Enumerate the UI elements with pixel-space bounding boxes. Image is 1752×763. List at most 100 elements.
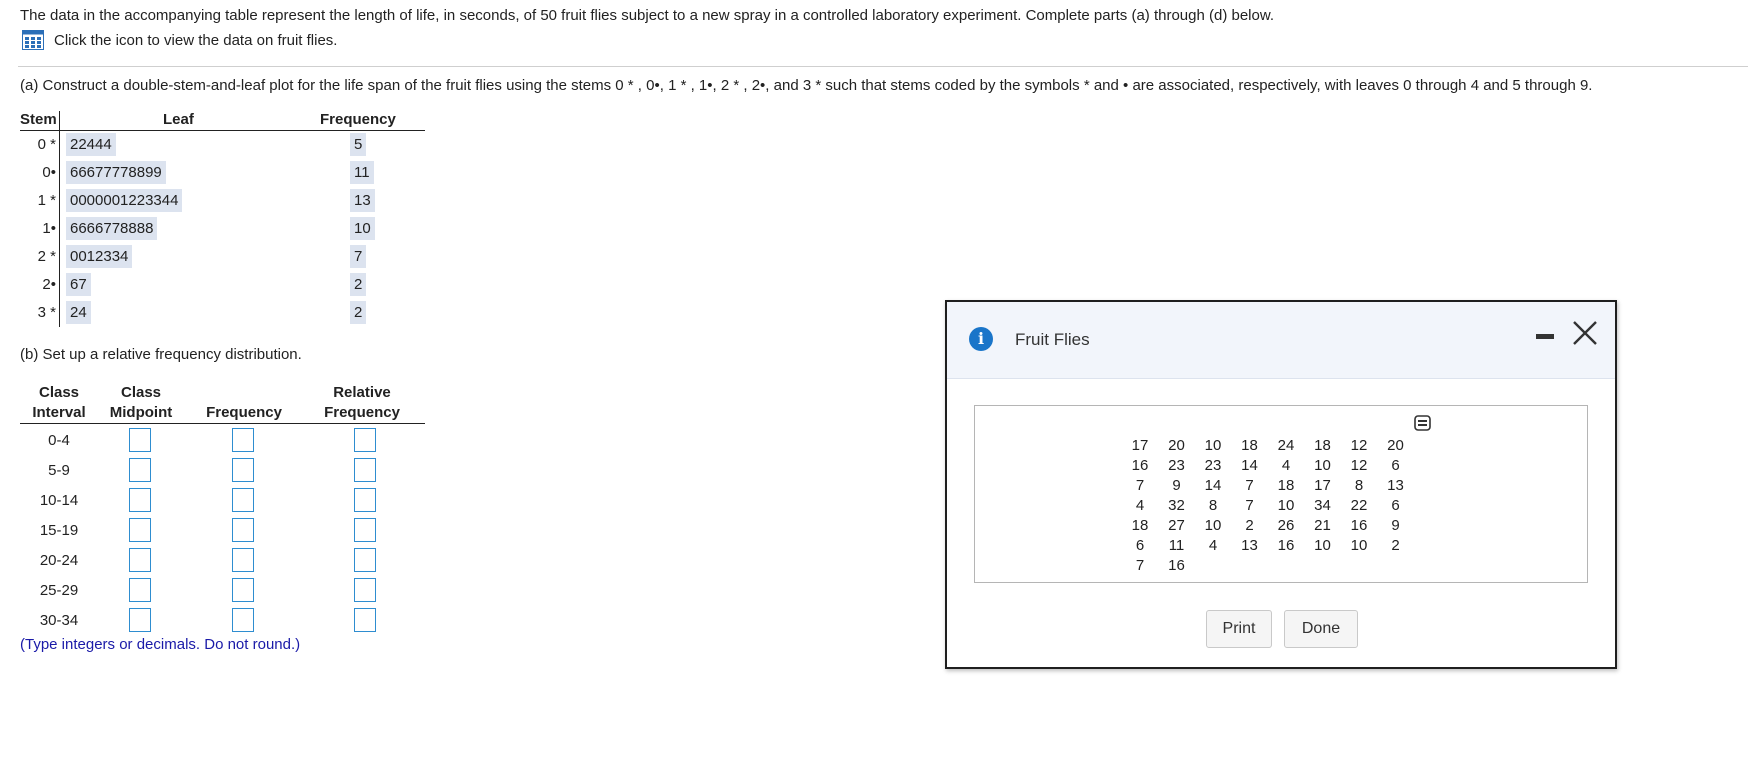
- stem-leaf-row: 0 * 22444 5: [20, 132, 425, 160]
- frequency-cell: 11: [350, 161, 374, 184]
- data-value: 11: [1168, 537, 1185, 554]
- relative-frequency-input[interactable]: [354, 488, 376, 512]
- class-interval-label: 10-14: [39, 492, 79, 509]
- frequency-cell: 7: [350, 245, 367, 268]
- copy-icon[interactable]: [1414, 415, 1431, 431]
- data-value: 10: [1277, 497, 1295, 514]
- data-value: 21: [1314, 517, 1331, 534]
- close-icon[interactable]: [1571, 318, 1599, 348]
- minimize-button[interactable]: [1536, 334, 1554, 339]
- data-value: 18: [1131, 517, 1149, 534]
- relative-frequency-input[interactable]: [354, 578, 376, 602]
- data-value: 4: [1135, 497, 1145, 514]
- frequency-input[interactable]: [232, 578, 254, 602]
- data-value: 4: [1208, 537, 1218, 554]
- stem-cell: 1 *: [37, 192, 56, 209]
- data-value: 10: [1204, 517, 1222, 534]
- data-value: 6: [1391, 497, 1400, 514]
- stem-leaf-row: 2 * 0012334 7: [20, 244, 425, 272]
- data-value: 6: [1391, 457, 1400, 474]
- stem-cell: 2•: [42, 276, 56, 293]
- leaf-cell: 24: [66, 301, 91, 324]
- info-icon: i: [969, 327, 993, 351]
- data-value: 8: [1354, 477, 1364, 494]
- class-row: 25-29: [20, 578, 425, 608]
- stem-leaf-row: 2• 67 2: [20, 272, 425, 300]
- leaf-cell: 6666778888: [66, 217, 158, 240]
- leaf-cell: 66677778899: [66, 161, 166, 184]
- data-value: 20: [1168, 437, 1185, 454]
- frequency-input[interactable]: [232, 518, 254, 542]
- stem-cell: 0 *: [37, 136, 56, 153]
- stem-leaf-row: 1 * 0000001223344 13: [20, 188, 425, 216]
- midpoint-input[interactable]: [129, 578, 151, 602]
- frequency-input[interactable]: [232, 608, 254, 632]
- data-value: 13: [1241, 537, 1258, 554]
- class-row: 5-9: [20, 458, 425, 488]
- relative-frequency-input[interactable]: [354, 518, 376, 542]
- intro-text: The data in the accompanying table repre…: [20, 7, 1275, 24]
- data-link-label[interactable]: Click the icon to view the data on fruit…: [54, 32, 337, 49]
- midpoint-input[interactable]: [129, 488, 151, 512]
- part-a-prompt: (a) Construct a double-stem-and-leaf plo…: [20, 77, 1592, 94]
- relative-frequency-header-line1: Relative: [333, 384, 391, 401]
- part-b-prompt: (b) Set up a relative frequency distribu…: [20, 346, 302, 363]
- frequency-input[interactable]: [232, 488, 254, 512]
- class-midpoint-header: Class Midpoint: [100, 383, 182, 423]
- data-value: 6: [1135, 537, 1145, 554]
- class-interval-header-line1: Class: [38, 384, 80, 401]
- view-data-link[interactable]: Click the icon to view the data on fruit…: [22, 30, 337, 50]
- part-a-suffix: are associated, respectively, with leave…: [1128, 77, 1593, 94]
- data-value: 10: [1204, 437, 1222, 454]
- midpoint-input[interactable]: [129, 458, 151, 482]
- table-icon[interactable]: [22, 30, 44, 50]
- data-table-box: 17 16 7 4 18 6 7 20 23 9 32 27 11 16 10 23 14 8 10 4 18 14 7 7 2…: [974, 405, 1588, 583]
- data-value: 9: [1172, 477, 1181, 494]
- class-row: 20-24: [20, 548, 425, 578]
- midpoint-input[interactable]: [129, 518, 151, 542]
- frequency-cell: 2: [350, 301, 367, 324]
- print-button[interactable]: Print: [1206, 610, 1272, 648]
- data-value: 16: [1131, 457, 1149, 474]
- part-a-and: and: [1089, 77, 1124, 94]
- stem-cell: 1•: [42, 220, 56, 237]
- frequency-input[interactable]: [232, 428, 254, 452]
- frequency-input[interactable]: [232, 548, 254, 572]
- midpoint-input[interactable]: [129, 608, 151, 632]
- data-value: 34: [1314, 497, 1331, 514]
- relative-frequency-input[interactable]: [354, 458, 376, 482]
- data-value: 16: [1277, 537, 1295, 554]
- data-value: 7: [1245, 477, 1254, 494]
- data-value: 8: [1208, 497, 1218, 514]
- class-interval-header-line2: Interval: [32, 404, 86, 421]
- frequency-input[interactable]: [232, 458, 254, 482]
- relative-frequency-input[interactable]: [354, 608, 376, 632]
- leaf-header: Leaf: [163, 111, 194, 128]
- data-value: 14: [1204, 477, 1222, 494]
- relative-frequency-input[interactable]: [354, 428, 376, 452]
- data-value: 7: [1135, 477, 1145, 494]
- midpoint-input[interactable]: [129, 548, 151, 572]
- data-value: 27: [1168, 517, 1185, 534]
- data-value: 9: [1391, 517, 1400, 534]
- frequency-header: Frequency: [320, 111, 396, 128]
- midpoint-input[interactable]: [129, 428, 151, 452]
- rf-frequency-header: Frequency: [206, 404, 282, 421]
- frequency-cell: 2: [350, 273, 367, 296]
- stem-header: Stem: [20, 111, 57, 128]
- divider: [18, 66, 1748, 67]
- class-interval-label: 15-19: [39, 522, 79, 539]
- stem-leaf-row: 0• 66677778899 11: [20, 160, 425, 188]
- leaf-cell: 67: [66, 273, 91, 296]
- relative-frequency-input[interactable]: [354, 548, 376, 572]
- stem-cell: 2 *: [37, 248, 56, 265]
- done-button[interactable]: Done: [1284, 610, 1358, 648]
- data-value: 26: [1277, 517, 1295, 534]
- data-value: 2: [1245, 517, 1254, 534]
- header-rule: [20, 130, 425, 131]
- part-a-middle: such that stems coded by the symbols: [821, 77, 1084, 94]
- data-value: 17: [1131, 437, 1149, 454]
- data-value: 23: [1168, 457, 1185, 474]
- data-value: 14: [1241, 457, 1258, 474]
- data-value: 32: [1168, 497, 1185, 514]
